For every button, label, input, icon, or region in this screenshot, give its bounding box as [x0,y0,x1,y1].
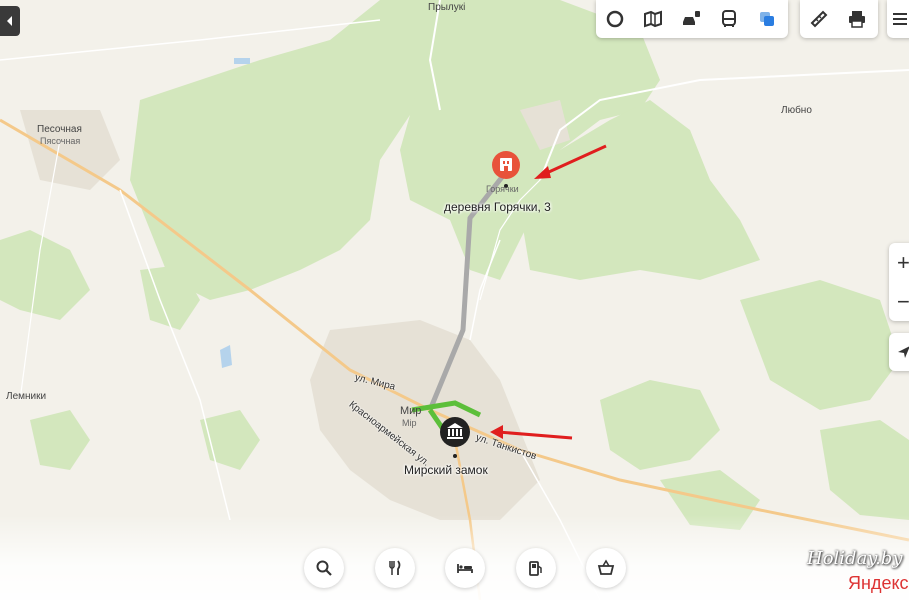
tools-toolbar [800,0,878,38]
layers-icon [760,12,774,26]
zoom-out-button[interactable]: − [889,282,909,321]
search-button[interactable] [304,548,344,588]
transit-button[interactable] [710,0,748,38]
place-label-pesochnaya: Песочная [37,124,82,135]
zoom-control: + − [889,243,909,321]
place-label-lemniki: Лемники [6,391,47,402]
traffic-layer-button[interactable] [596,0,634,38]
category-bar [284,541,646,595]
panorama-button[interactable] [634,0,672,38]
origin-label[interactable]: Мирский замок [404,463,488,477]
traffic-jam-icon [683,11,700,25]
destination-label[interactable]: деревня Горячки, 3 [444,200,551,214]
map-canvas[interactable] [0,0,909,600]
hamburger-icon [893,13,907,25]
place-label-mir: Мир [400,405,422,417]
transit-icon [722,10,736,27]
print-icon [849,11,865,28]
restaurant-icon [388,560,400,575]
yandex-logo: Яндекс [848,573,909,593]
place-label-pyasochnaya: Пясочная [40,136,81,146]
shop-icon [597,559,615,575]
hotel-bed-icon [457,564,473,573]
place-label-mir-be: Mip [402,418,417,428]
collapse-panel-button[interactable] [0,6,20,36]
fuel-icon [528,561,542,576]
traffic-jam-button[interactable] [672,0,710,38]
restaurants-button[interactable] [374,548,415,588]
menu-button[interactable] [887,0,909,38]
panorama-icon [644,10,662,28]
layers-toolbar [596,0,788,38]
search-icon [316,560,332,576]
fuel-button[interactable] [515,548,556,588]
ruler-icon [810,10,828,28]
zoom-in-button[interactable]: + [889,243,909,282]
place-label-pryluki: Прылукі [428,2,466,13]
place-label-goryachki: Горячки [486,184,519,194]
holiday-watermark: Holiday.by [807,548,903,569]
map-layers-button[interactable] [748,0,786,38]
chevron-left-icon [7,16,12,26]
geolocation-button[interactable] [889,333,909,371]
hotels-button[interactable] [445,548,485,588]
location-arrow-icon [898,346,909,358]
ruler-button[interactable] [800,0,838,38]
place-label-lyubno: Любно [781,105,812,116]
hotel-icon [500,158,512,171]
traffic-layer-icon [606,10,624,28]
shops-button[interactable] [586,548,626,588]
print-button[interactable] [838,0,876,38]
